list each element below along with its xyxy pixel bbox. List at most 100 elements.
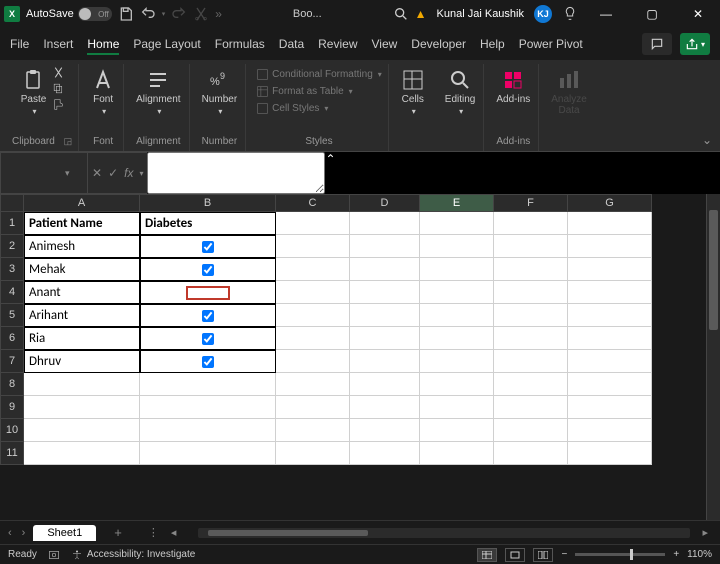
cell-B10[interactable]: [140, 419, 276, 442]
cell-C11[interactable]: [276, 442, 350, 465]
cell-E1[interactable]: [420, 212, 494, 235]
cell-F9[interactable]: [494, 396, 568, 419]
tab-insert[interactable]: Insert: [43, 33, 73, 55]
tab-pagelayout[interactable]: Page Layout: [133, 33, 200, 55]
cell-B11[interactable]: [140, 442, 276, 465]
row-header-3[interactable]: 3: [0, 258, 24, 281]
cell-E2[interactable]: [420, 235, 494, 258]
diabetes-checkbox[interactable]: [202, 241, 214, 253]
cell-D4[interactable]: [350, 281, 420, 304]
cell-E5[interactable]: [420, 304, 494, 327]
cell-A5[interactable]: Arihant: [24, 304, 140, 327]
cell-C2[interactable]: [276, 235, 350, 258]
spreadsheet-grid[interactable]: ABCDEFG 1234567891011 Patient NameDiabet…: [0, 194, 720, 520]
addins-button[interactable]: Add-ins: [494, 66, 532, 107]
save-icon[interactable]: [118, 6, 134, 22]
cell-G9[interactable]: [568, 396, 652, 419]
cancel-formula-icon[interactable]: ✕: [92, 166, 102, 180]
col-header-B[interactable]: B: [140, 194, 276, 212]
cell-F11[interactable]: [494, 442, 568, 465]
cell-G6[interactable]: [568, 327, 652, 350]
cell-A10[interactable]: [24, 419, 140, 442]
font-button[interactable]: Font▾: [89, 66, 117, 118]
cell-D9[interactable]: [350, 396, 420, 419]
col-header-F[interactable]: F: [494, 194, 568, 212]
cell-E10[interactable]: [420, 419, 494, 442]
cell-A8[interactable]: [24, 373, 140, 396]
cell-B8[interactable]: [140, 373, 276, 396]
cell-B6[interactable]: [140, 327, 276, 350]
row-header-8[interactable]: 8: [0, 373, 24, 396]
cell-C1[interactable]: [276, 212, 350, 235]
col-header-C[interactable]: C: [276, 194, 350, 212]
cell-G2[interactable]: [568, 235, 652, 258]
cell-G4[interactable]: [568, 281, 652, 304]
sheet-menu[interactable]: ⋮: [148, 526, 159, 539]
row-header-2[interactable]: 2: [0, 235, 24, 258]
cell-A9[interactable]: [24, 396, 140, 419]
cell-D5[interactable]: [350, 304, 420, 327]
cell-E7[interactable]: [420, 350, 494, 373]
cell-B2[interactable]: [140, 235, 276, 258]
vertical-scrollbar[interactable]: [706, 194, 720, 520]
cell-B5[interactable]: [140, 304, 276, 327]
cell-G5[interactable]: [568, 304, 652, 327]
tab-help[interactable]: Help: [480, 33, 505, 55]
cell-F10[interactable]: [494, 419, 568, 442]
cell-A11[interactable]: [24, 442, 140, 465]
cell-D11[interactable]: [350, 442, 420, 465]
cell-A3[interactable]: Mehak: [24, 258, 140, 281]
add-sheet-button[interactable]: +: [104, 523, 132, 542]
diabetes-checkbox[interactable]: [202, 264, 214, 276]
format-painter-icon[interactable]: [52, 98, 65, 111]
enter-formula-icon[interactable]: ✓: [108, 166, 118, 180]
accessibility-status[interactable]: Accessibility: Investigate: [71, 549, 195, 561]
cell-E8[interactable]: [420, 373, 494, 396]
name-box-input[interactable]: [5, 167, 65, 179]
cell-G7[interactable]: [568, 350, 652, 373]
cell-C10[interactable]: [276, 419, 350, 442]
cell-F4[interactable]: [494, 281, 568, 304]
expand-formula-bar[interactable]: ⌃: [325, 152, 335, 194]
conditional-formatting-button[interactable]: Conditional Formatting▾: [256, 68, 382, 81]
user-name[interactable]: Kunal Jai Kaushik: [437, 8, 524, 20]
hscroll-right[interactable]: ▸: [702, 526, 708, 539]
paste-button[interactable]: Paste▾: [19, 66, 49, 118]
tab-developer[interactable]: Developer: [411, 33, 466, 55]
comments-button[interactable]: [642, 33, 672, 55]
row-header-9[interactable]: 9: [0, 396, 24, 419]
diabetes-checkbox[interactable]: [202, 333, 214, 345]
cell-D2[interactable]: [350, 235, 420, 258]
cell-D1[interactable]: [350, 212, 420, 235]
col-header-G[interactable]: G: [568, 194, 652, 212]
select-all-corner[interactable]: [0, 194, 24, 212]
diabetes-checkbox[interactable]: [202, 356, 214, 368]
row-header-5[interactable]: 5: [0, 304, 24, 327]
zoom-slider[interactable]: [575, 553, 665, 556]
tab-formulas[interactable]: Formulas: [215, 33, 265, 55]
collapse-ribbon-button[interactable]: ⌄: [702, 133, 712, 147]
cell-E6[interactable]: [420, 327, 494, 350]
maximize-button[interactable]: ▢: [634, 0, 670, 28]
alignment-button[interactable]: Alignment▾: [134, 66, 182, 118]
tab-view[interactable]: View: [372, 33, 398, 55]
row-header-10[interactable]: 10: [0, 419, 24, 442]
cell-B9[interactable]: [140, 396, 276, 419]
close-button[interactable]: ✕: [680, 0, 716, 28]
cell-E4[interactable]: [420, 281, 494, 304]
sheet-tab-active[interactable]: Sheet1: [33, 525, 96, 541]
cell-D3[interactable]: [350, 258, 420, 281]
undo-icon[interactable]: [140, 6, 156, 22]
cell-G10[interactable]: [568, 419, 652, 442]
copy-icon[interactable]: [52, 82, 65, 95]
name-box[interactable]: ▾: [0, 152, 88, 194]
cell-C9[interactable]: [276, 396, 350, 419]
share-button[interactable]: ▾: [680, 33, 710, 55]
cell-D6[interactable]: [350, 327, 420, 350]
row-header-11[interactable]: 11: [0, 442, 24, 465]
minimize-button[interactable]: —: [588, 0, 624, 28]
cell-F3[interactable]: [494, 258, 568, 281]
normal-view-button[interactable]: [477, 548, 497, 562]
cell-D8[interactable]: [350, 373, 420, 396]
qat-more[interactable]: »: [215, 7, 222, 21]
